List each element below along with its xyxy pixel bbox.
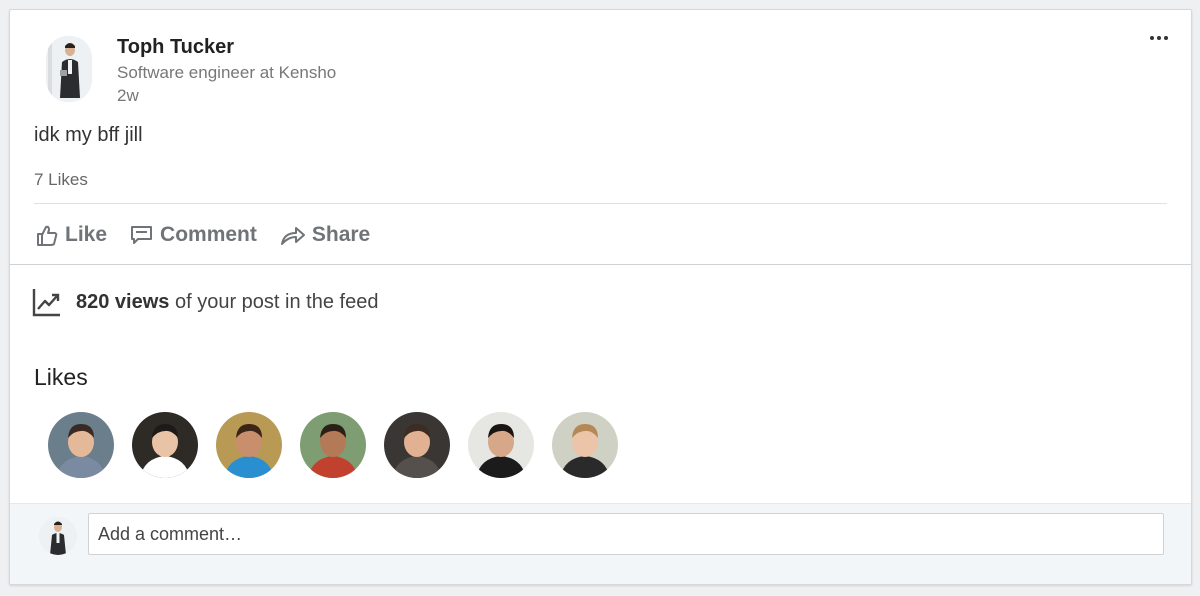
comment-bar — [10, 503, 1191, 584]
more-options-button[interactable] — [1147, 26, 1171, 50]
views-suffix: of your post in the feed — [169, 290, 379, 313]
likes-count[interactable]: 7 Likes — [34, 170, 88, 190]
views-text: 820 views of your post in the feed — [76, 291, 378, 314]
comment-label: Comment — [160, 223, 257, 246]
post-actions: Like Comment Share — [34, 217, 392, 253]
trending-chart-icon — [32, 289, 60, 317]
likes-heading: Likes — [34, 364, 88, 390]
share-button[interactable]: Share — [279, 223, 370, 247]
liker-avatar[interactable] — [48, 412, 114, 478]
comment-button[interactable]: Comment — [129, 223, 257, 247]
liker-avatar[interactable] — [300, 412, 366, 478]
liker-avatar[interactable] — [552, 412, 618, 478]
like-button[interactable]: Like — [34, 223, 107, 247]
post-timestamp: 2w — [117, 86, 139, 105]
likers-list — [48, 412, 636, 478]
share-icon — [280, 227, 305, 245]
liker-avatar[interactable] — [468, 412, 534, 478]
liker-avatar[interactable] — [216, 412, 282, 478]
share-label: Share — [311, 223, 371, 246]
post-card: Toph Tucker Software engineer at Kensho … — [9, 9, 1192, 585]
post-views[interactable]: 820 views of your post in the feed — [32, 284, 378, 320]
commenter-avatar — [39, 517, 77, 555]
comment-input[interactable] — [88, 513, 1164, 555]
divider — [34, 203, 1167, 204]
like-label: Like — [65, 223, 108, 246]
comment-icon — [131, 226, 153, 244]
post-text: idk my bff jill — [34, 124, 143, 146]
views-count: 820 views — [76, 290, 170, 313]
liker-avatar[interactable] — [132, 412, 198, 478]
ellipsis-icon — [1150, 36, 1154, 40]
author-name[interactable]: Toph Tucker — [117, 35, 517, 59]
divider — [10, 264, 1191, 265]
liker-avatar[interactable] — [384, 412, 450, 478]
author-headline: Software engineer at Kensho — [117, 63, 337, 82]
author-info: Toph Tucker Software engineer at Kensho … — [117, 36, 517, 107]
author-avatar[interactable] — [46, 36, 92, 102]
thumbs-up-icon — [37, 225, 58, 246]
